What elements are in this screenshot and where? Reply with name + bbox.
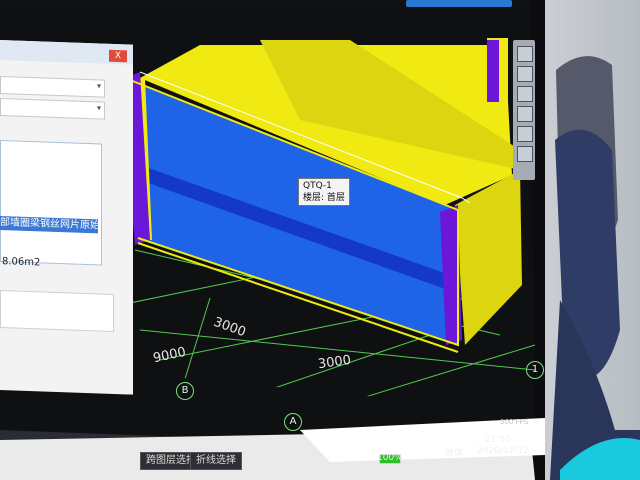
- dropdown-2[interactable]: ▾: [0, 98, 105, 120]
- close-button[interactable]: X: [109, 49, 127, 63]
- taskbar-time[interactable]: 21:50: [485, 435, 511, 445]
- view-icon[interactable]: [517, 106, 533, 122]
- view-icon[interactable]: [517, 66, 533, 82]
- tab-polyline-select[interactable]: 折线选择: [190, 452, 242, 470]
- dropdown-1[interactable]: ▾: [0, 76, 105, 98]
- taskbar-date[interactable]: 2020/12/12: [477, 446, 529, 456]
- view-icon[interactable]: [517, 86, 533, 102]
- axis-marker-1: 1: [526, 361, 544, 379]
- view-toolbar: [513, 40, 535, 180]
- lower-input-box[interactable]: [0, 290, 114, 332]
- rotate-icon[interactable]: [517, 126, 533, 142]
- battery-level-text: 100%: [377, 453, 403, 463]
- tooltip-id: QTQ-1: [303, 181, 332, 191]
- ime-indicator[interactable]: 简体: [445, 446, 463, 459]
- chevron-down-icon: ▾: [96, 103, 101, 113]
- element-tooltip: QTQ-1 楼层: 首层: [298, 178, 350, 206]
- properties-panel: X ▾ ▾ 部墙圈梁钢丝网片原始 8.06m2: [0, 40, 133, 395]
- taskbar: 100% 简体 21:50 2020/12/12: [365, 420, 545, 464]
- description-textbox[interactable]: [0, 140, 102, 266]
- area-value: 8.06m2: [2, 256, 41, 269]
- top-window-button[interactable]: [406, 0, 512, 7]
- panel-titlebar: X: [0, 40, 133, 65]
- axis-marker-b: B: [176, 382, 194, 400]
- axis-marker-a: A: [284, 413, 302, 431]
- view-icon[interactable]: [517, 146, 533, 162]
- chevron-down-icon: ▾: [96, 81, 101, 91]
- tooltip-floor: 楼层: 首层: [303, 193, 345, 203]
- view-cube-icon[interactable]: [517, 46, 533, 62]
